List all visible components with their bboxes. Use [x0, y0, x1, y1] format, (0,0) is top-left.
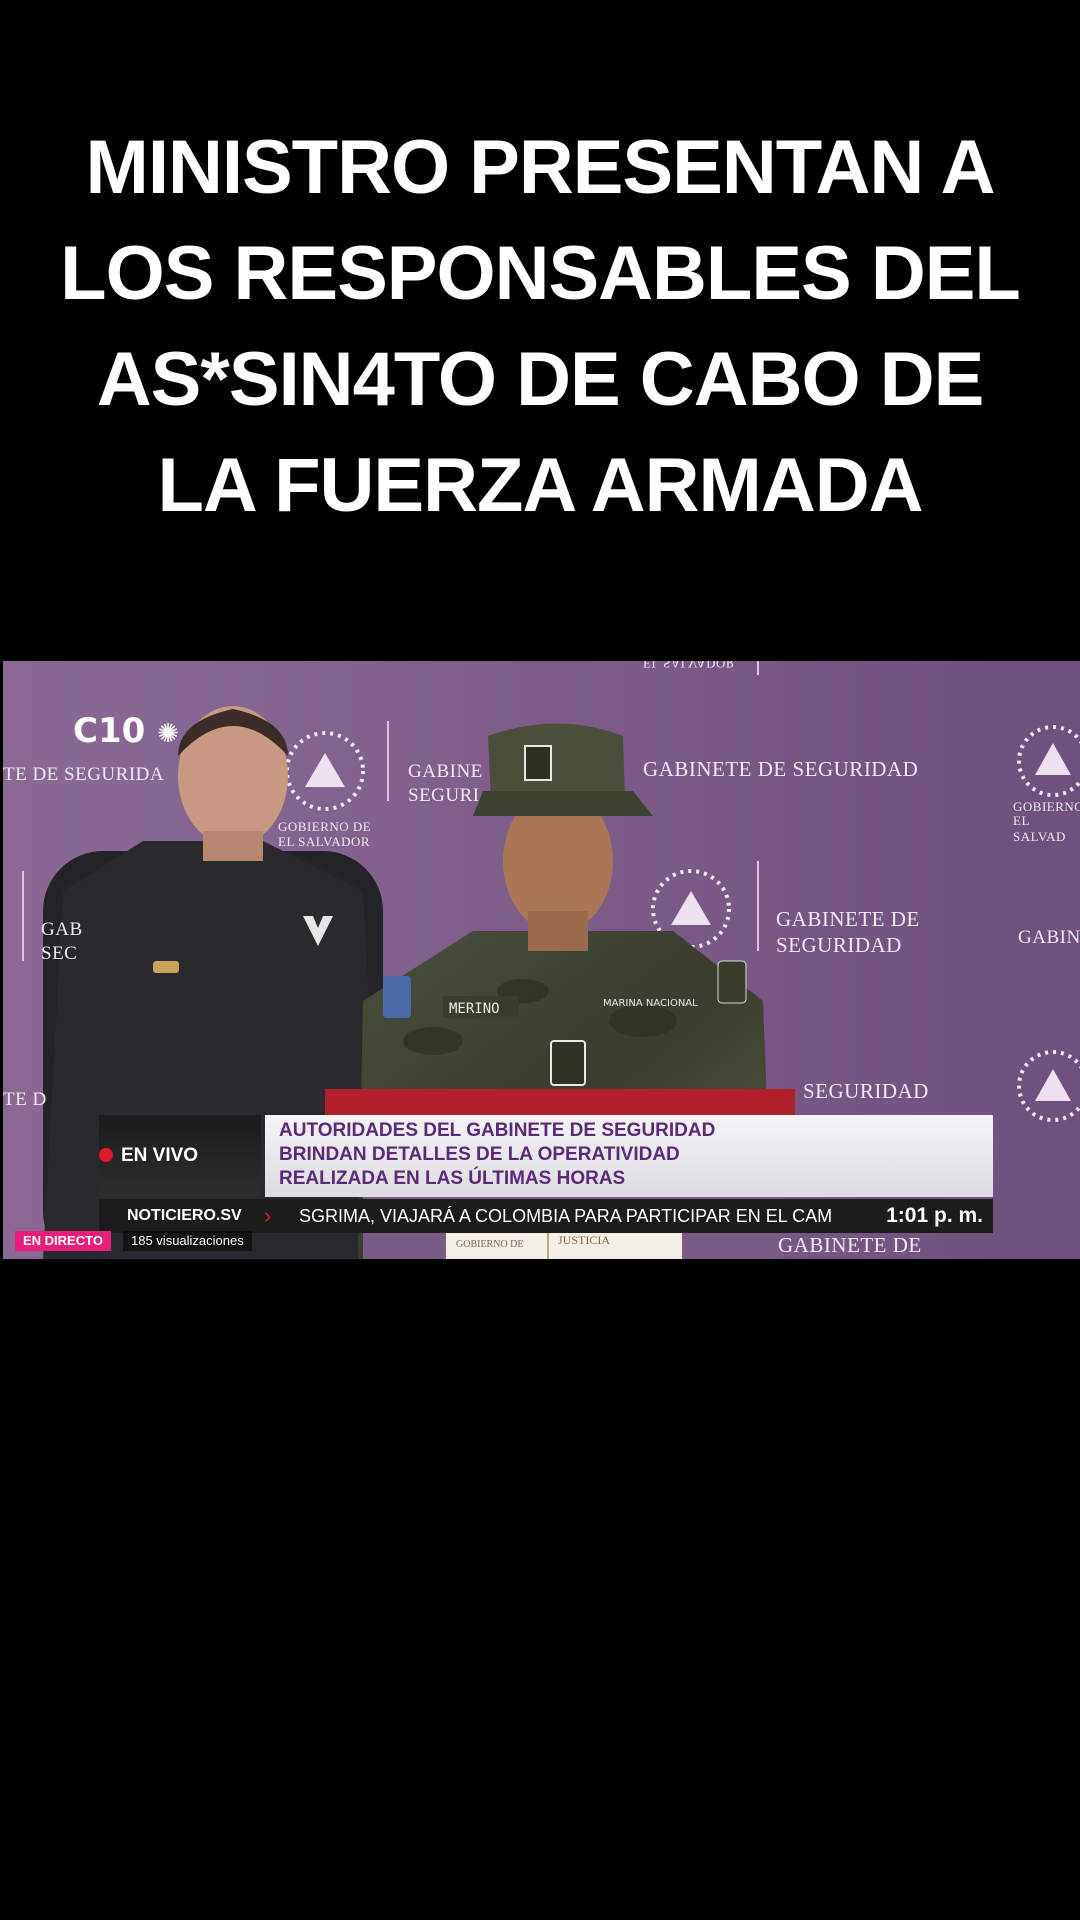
backdrop-text: GABINE: [408, 761, 483, 782]
news-ticker: NOTICIERO.SV › SGRIMA, VIAJARÁ A COLOMBI…: [99, 1199, 993, 1233]
ticker-text: SGRIMA, VIAJARÁ A COLOMBIA PARA PARTICIP…: [299, 1206, 833, 1226]
uniform-branch-tag: MARINA NACIONAL: [603, 998, 698, 1009]
sun-icon: ✺: [157, 719, 179, 749]
headline-line-3: AS*SIN4TO DE CABO DE: [96, 337, 985, 422]
backdrop-text: GAB: [41, 919, 83, 940]
uniform-name-tag: MERINO: [449, 1001, 500, 1017]
backdrop-text: SEGURIDAD: [776, 933, 902, 957]
backdrop-text: SEC: [41, 943, 78, 964]
ticker-time: 1:01 p. m.: [886, 1204, 983, 1227]
backdrop-text: SEGURIDAD: [803, 1079, 929, 1103]
ticker-source: NOTICIERO.SV: [127, 1207, 242, 1224]
lower-third-line-3: REALIZADA EN LAS ÚLTIMAS HORAS: [279, 1168, 626, 1189]
headline-line-1: MINISTRO PRESENTAN A: [85, 125, 996, 210]
channel-logo-text: C10: [73, 711, 146, 751]
view-count-badge: 185 visualizaciones: [123, 1231, 252, 1251]
live-dot-icon: [99, 1148, 113, 1162]
lower-third-line-2: BRINDAN DETALLES DE LA OPERATIVIDAD: [279, 1144, 680, 1165]
backdrop-text: GABINETE DE SEGURIDAD: [643, 757, 919, 781]
backdrop-text: SEGURI: [408, 785, 480, 806]
lower-third-line-1: AUTORIDADES DEL GABINETE DE SEGURIDAD: [279, 1120, 716, 1141]
video-player[interactable]: MERINO MARINA NACIONAL GOBIERNO DE JUSTI…: [3, 661, 1080, 1259]
backdrop-text: EL SALVADOR: [643, 661, 736, 671]
backdrop-text: GABINETE DE: [776, 907, 920, 931]
live-block: EN VIVO: [99, 1115, 261, 1197]
news-lower-third: EN VIVO AUTORIDADES DEL GABINETE DE SEGU…: [99, 1115, 993, 1237]
backdrop-text: GABIN: [1018, 927, 1080, 948]
headline-line-4: LA FUERZA ARMADA: [157, 443, 923, 528]
headline-line-2: LOS RESPONSABLES DEL: [60, 231, 1021, 316]
backdrop-text: GOBIERNO DE: [278, 819, 372, 834]
lower-third-headline: AUTORIDADES DEL GABINETE DE SEGURIDAD BR…: [265, 1115, 993, 1197]
podium-plate-text: GOBIERNO DE: [456, 1239, 524, 1250]
live-label: EN VIVO: [121, 1145, 199, 1166]
backdrop-text: TE DE SEGURIDA: [3, 764, 165, 785]
video-caption-headline: MINISTRO PRESENTAN A LOS RESPONSABLES DE…: [40, 115, 1040, 539]
backdrop-text: TE D: [3, 1089, 47, 1110]
chevron-right-icon: ›: [264, 1203, 272, 1228]
live-status-badge: EN DIRECTO: [15, 1231, 111, 1251]
backdrop-text: EL SALVAD: [1013, 813, 1066, 844]
backdrop-text: EL SALVADOR: [278, 834, 371, 849]
channel-logo: C10 ✺: [73, 711, 179, 751]
